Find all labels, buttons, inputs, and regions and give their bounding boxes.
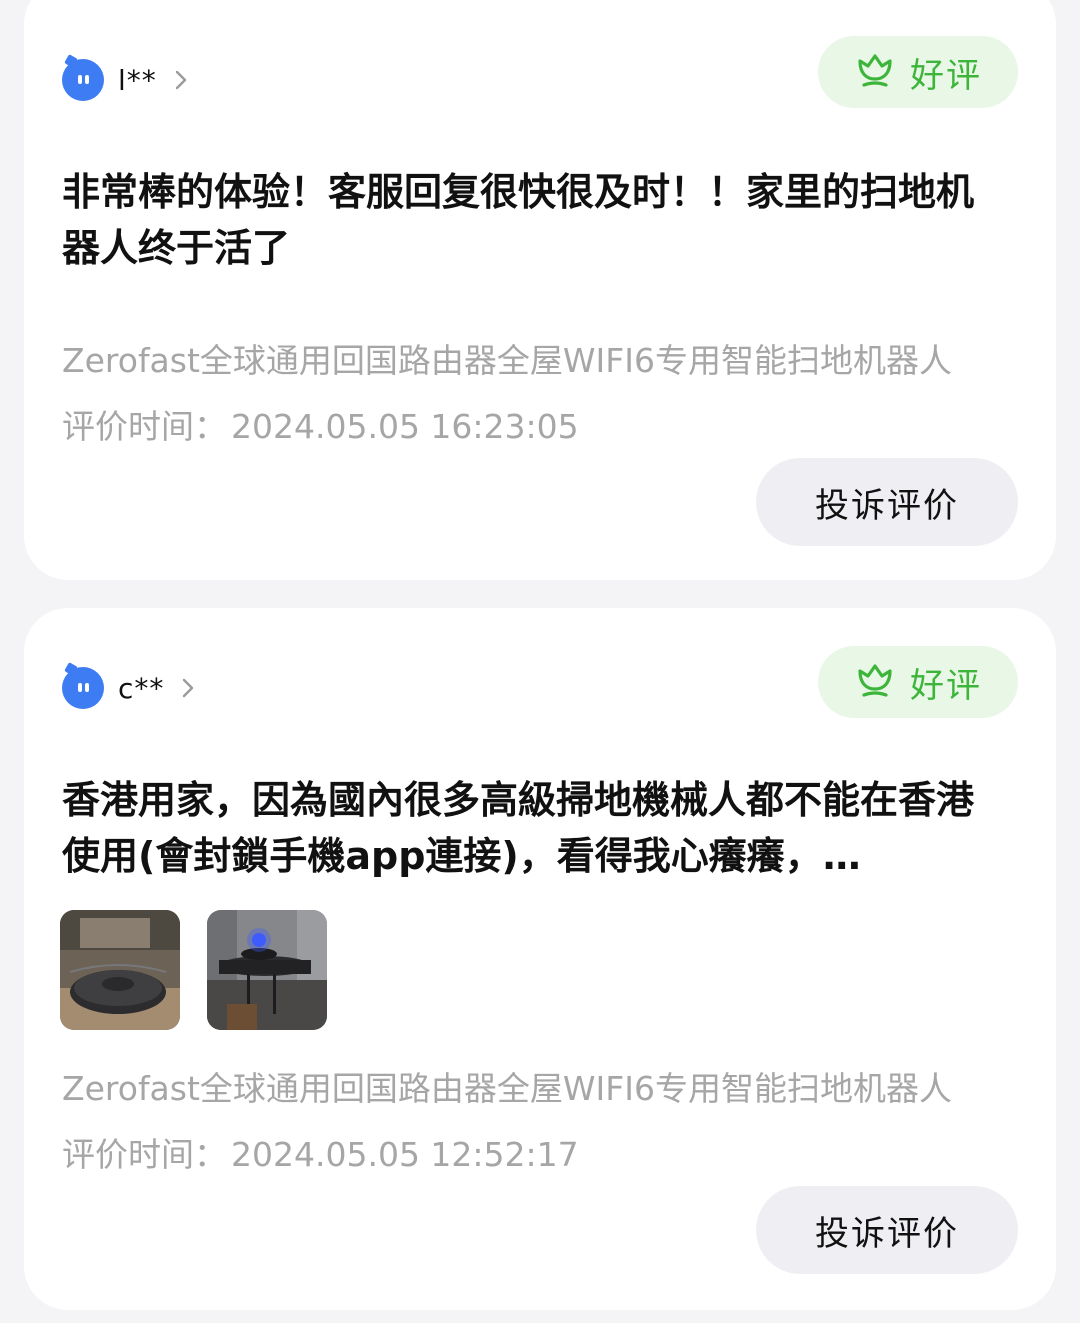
review-time: 评价时间： 2024.05.05 16:23:05 [62,400,579,448]
review-card: l** 好评 非常棒的体验！客服回复很快很及时！！家里的扫地机器人终于活了 Ze… [24,0,1056,580]
good-review-badge: 好评 [818,36,1018,108]
good-review-badge: 好评 [818,646,1018,718]
review-text[interactable]: 香港用家，因為國內很多高級掃地機械人都不能在香港使用(會封鎖手機app連接)，看… [62,772,992,884]
chevron-right-icon[interactable] [178,678,198,698]
reviewer-name[interactable]: l** [118,64,157,97]
product-name[interactable]: Zerofast全球通用回国路由器全屋WIFI6专用智能扫地机器人 [62,1062,1002,1110]
reviewer-name[interactable]: c** [118,672,164,705]
reviewer-row[interactable]: l** [62,54,191,102]
time-label: 评价时间： [62,1135,227,1174]
time-value: 2024.05.05 12:52:17 [231,1135,579,1174]
reviewer-row[interactable]: c** [62,662,198,710]
badge-label: 好评 [910,55,982,96]
time-value: 2024.05.05 16:23:05 [231,407,579,446]
review-image-robot-vacuum-blue-light[interactable] [207,910,327,1030]
avatar[interactable] [62,54,104,101]
review-images [60,910,327,1030]
review-card: c** 好评 香港用家，因為國內很多高級掃地機械人都不能在香港使用(會封鎖手機a… [24,608,1056,1310]
badge-label: 好评 [910,665,982,706]
review-text[interactable]: 非常棒的体验！客服回复很快很及时！！家里的扫地机器人终于活了 [62,164,992,276]
time-label: 评价时间： [62,407,227,446]
chevron-right-icon[interactable] [171,70,191,90]
tulip-flower-icon [854,49,896,95]
product-name[interactable]: Zerofast全球通用回国路由器全屋WIFI6专用智能扫地机器人 [62,334,1002,382]
complain-review-button[interactable]: 投诉评价 [756,458,1018,546]
avatar[interactable] [62,662,104,709]
review-time: 评价时间： 2024.05.05 12:52:17 [62,1128,579,1176]
complain-review-button[interactable]: 投诉评价 [756,1186,1018,1274]
tulip-flower-icon [854,659,896,705]
review-image-robot-vacuum-on-floor[interactable] [60,910,180,1030]
